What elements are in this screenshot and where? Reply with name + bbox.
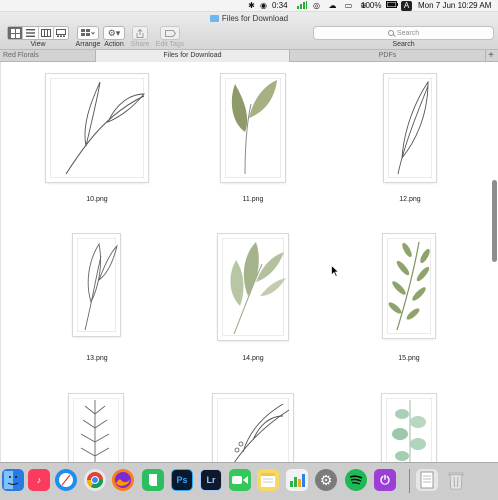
- airplay-icon[interactable]: ▭: [343, 1, 354, 11]
- cloud-icon[interactable]: ☁: [327, 1, 338, 11]
- view-mode-segmented-control[interactable]: [7, 26, 69, 40]
- signal-bars-icon[interactable]: [296, 1, 307, 11]
- tab-bar: Red Florals Files for Download PDFs +: [0, 50, 498, 62]
- vertical-scrollbar[interactable]: [492, 180, 497, 262]
- add-tab-button[interactable]: +: [488, 50, 494, 62]
- file-name[interactable]: 12.png: [370, 196, 450, 203]
- gear-icon[interactable]: ⚙: [315, 469, 337, 491]
- visibility-icon[interactable]: ◎: [311, 1, 322, 11]
- dock-separator: [409, 469, 410, 493]
- arrange-grid-icon: [81, 29, 95, 36]
- arrange-button[interactable]: [77, 26, 99, 40]
- file-name[interactable]: 15.png: [369, 355, 449, 362]
- file-name[interactable]: 14.png: [213, 355, 293, 362]
- file-thumbnail[interactable]: [218, 234, 288, 340]
- battery-percent[interactable]: 100%: [361, 1, 381, 11]
- file-name[interactable]: 10.png: [57, 196, 137, 203]
- numbers-icon[interactable]: [286, 469, 308, 491]
- share-label: Share: [130, 41, 150, 48]
- tab-pdfs[interactable]: PDFs: [290, 50, 486, 62]
- notes-icon[interactable]: [257, 469, 279, 491]
- tab-red-florals[interactable]: Red Florals: [0, 50, 96, 62]
- search-placeholder: Search: [396, 29, 420, 37]
- mouse-cursor-icon: [331, 265, 339, 277]
- search-field[interactable]: Search: [313, 26, 494, 40]
- finder-icon[interactable]: [2, 469, 24, 491]
- safari-icon[interactable]: [55, 469, 77, 491]
- line-leaf-drawing: [84, 242, 118, 331]
- menu-bar: ✱ ◉ 0:34 ◎ ☁ ▭ ≋ 100% A Mon 7 Jun 10:29 …: [0, 0, 498, 12]
- input-source-badge[interactable]: A: [401, 1, 412, 11]
- finder-toolbar: Files for Download View Arrange ⚙▾ Actio…: [0, 12, 498, 50]
- list-icon: [25, 29, 35, 37]
- line-leaf-drawing: [234, 403, 290, 462]
- trash-icon[interactable]: [445, 469, 467, 491]
- dock: ♪ Ps Lr ⚙ ⏻: [0, 462, 498, 500]
- music-icon[interactable]: ♪: [28, 469, 50, 491]
- columns-icon: [40, 29, 51, 37]
- line-leaf-drawing: [397, 80, 429, 175]
- file-thumbnail[interactable]: [46, 74, 148, 182]
- spotify-icon[interactable]: [345, 469, 367, 491]
- screen-record-icon[interactable]: ◉: [258, 1, 269, 11]
- file-thumbnail[interactable]: [382, 394, 436, 462]
- green-leaf-painting: [231, 80, 277, 175]
- bluetooth-icon[interactable]: ✱: [246, 1, 257, 11]
- document-stack-icon[interactable]: [416, 469, 438, 491]
- evernote-icon[interactable]: [142, 469, 164, 491]
- firefox-icon[interactable]: [112, 469, 134, 491]
- action-button[interactable]: ⚙▾: [103, 26, 125, 40]
- line-leaf-drawing: [80, 400, 110, 462]
- photoshop-icon[interactable]: Ps: [171, 469, 193, 491]
- edit-tags-button[interactable]: [160, 26, 180, 40]
- grid-icon: [10, 28, 20, 38]
- file-thumbnail[interactable]: [69, 394, 123, 462]
- edit-tags-label: Edit Tags: [155, 41, 185, 48]
- clock-datetime[interactable]: Mon 7 Jun 10:29 AM: [418, 1, 491, 11]
- facetime-icon[interactable]: [229, 469, 251, 491]
- window-title: Files for Download: [0, 14, 498, 23]
- lightroom-icon[interactable]: Lr: [200, 469, 222, 491]
- file-thumbnail[interactable]: [73, 234, 120, 336]
- file-thumbnail[interactable]: [383, 234, 435, 338]
- fern-leaf-painting: [388, 241, 430, 331]
- share-button[interactable]: [132, 26, 148, 40]
- battery-icon[interactable]: [386, 1, 398, 11]
- line-leaf-drawing: [65, 81, 145, 175]
- view-label: View: [30, 41, 46, 48]
- chrome-icon[interactable]: [84, 469, 106, 491]
- file-thumbnail[interactable]: [221, 74, 285, 182]
- column-view-button[interactable]: [39, 27, 54, 39]
- search-label: Search: [392, 41, 415, 48]
- share-icon: [136, 28, 144, 38]
- folder-icon: [209, 15, 219, 22]
- list-view-button[interactable]: [23, 27, 39, 39]
- podcasts-icon[interactable]: ⏻: [374, 469, 396, 491]
- tag-icon: [164, 29, 176, 37]
- search-icon: [387, 30, 394, 36]
- tab-files-for-download[interactable]: Files for Download: [96, 50, 290, 62]
- file-grid: 10.png 11.png 12.png 13.png 14.png 15.pn…: [0, 62, 498, 462]
- gallery-icon: [55, 29, 66, 37]
- file-name[interactable]: 13.png: [57, 355, 137, 362]
- icon-view-button[interactable]: [8, 27, 24, 39]
- timer-readout[interactable]: 0:34: [272, 1, 288, 11]
- gallery-view-button[interactable]: [54, 27, 68, 39]
- eucalyptus-painting: [392, 400, 426, 462]
- action-label: Action: [104, 41, 124, 48]
- green-leaf-painting: [230, 242, 286, 335]
- gear-icon: ⚙▾: [107, 27, 121, 38]
- file-name[interactable]: 11.png: [213, 196, 293, 203]
- file-thumbnail[interactable]: [213, 394, 293, 462]
- file-thumbnail[interactable]: [384, 74, 436, 182]
